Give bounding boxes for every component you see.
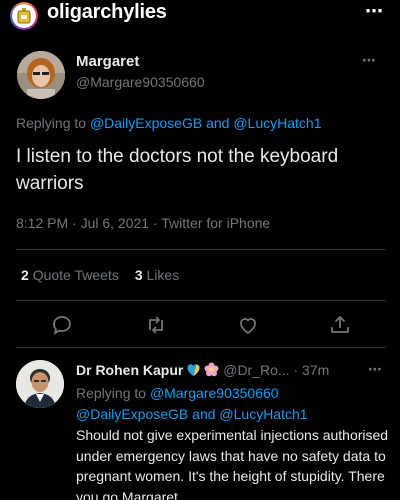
likes-stat[interactable]: 3 Likes: [135, 267, 179, 283]
mention-conjunction: and: [206, 115, 230, 131]
flower-emoji-icon: [204, 362, 219, 380]
mention-link[interactable]: @LucyHatch1: [219, 406, 307, 422]
avatar[interactable]: [16, 360, 64, 408]
reply-icon[interactable]: [50, 313, 74, 337]
author-name[interactable]: Dr Rohen Kapur: [76, 362, 183, 378]
author-name[interactable]: Margaret: [76, 53, 139, 70]
avatar[interactable]: [17, 51, 65, 99]
mention-link[interactable]: @DailyExposeGB: [90, 115, 202, 131]
mention-link[interactable]: @LucyHatch1: [233, 115, 321, 131]
replying-to: Replying to @DailyExposeGB and @LucyHatc…: [16, 115, 322, 131]
divider: [16, 249, 386, 250]
screenshot-frame: oligarchylies ⋯ Margaret @Margare9035066…: [0, 0, 400, 500]
tweet-text: I listen to the doctors not the keyboard…: [16, 146, 339, 194]
quote-tweets-stat[interactable]: 2 Quote Tweets: [21, 267, 119, 283]
like-icon[interactable]: [236, 313, 260, 337]
profile-username[interactable]: oligarchylies: [47, 1, 167, 24]
heart-emoji-icon: [186, 363, 201, 380]
retweet-icon[interactable]: [144, 313, 168, 337]
reply-text: Should not give experimental injections …: [76, 427, 389, 500]
replying-to: Replying to @Margare90350660 @DailyExpos…: [76, 383, 386, 425]
reply-time[interactable]: · 37m: [293, 362, 329, 378]
tweet-stats: 2 Quote Tweets 3 Likes: [21, 267, 179, 283]
divider: [16, 300, 386, 301]
author-handle[interactable]: @Margare90350660: [76, 74, 205, 90]
divider: [16, 347, 386, 348]
mention-link[interactable]: @DailyExposeGB: [76, 406, 188, 422]
share-icon[interactable]: [328, 313, 352, 337]
more-options-icon[interactable]: ⋯: [365, 1, 384, 22]
author-handle[interactable]: @Dr_Ro...: [223, 362, 289, 378]
replying-prefix: Replying to: [76, 385, 147, 401]
instagram-header: oligarchylies ⋯: [0, 0, 400, 36]
tweet-timestamp[interactable]: 8:12 PM · Jul 6, 2021 · Twitter for iPho…: [16, 215, 270, 231]
more-options-icon[interactable]: ⋯: [368, 361, 383, 378]
replying-prefix: Replying to: [16, 115, 87, 131]
mention-link[interactable]: @Margare90350660: [150, 385, 279, 401]
mention-conjunction: and: [192, 406, 216, 422]
perfume-bottle-icon: [12, 4, 36, 28]
more-options-icon[interactable]: ⋯: [362, 52, 377, 69]
profile-avatar[interactable]: [10, 2, 38, 30]
reply-header: Dr Rohen Kapur @Dr_Ro... · 37m: [76, 362, 329, 380]
